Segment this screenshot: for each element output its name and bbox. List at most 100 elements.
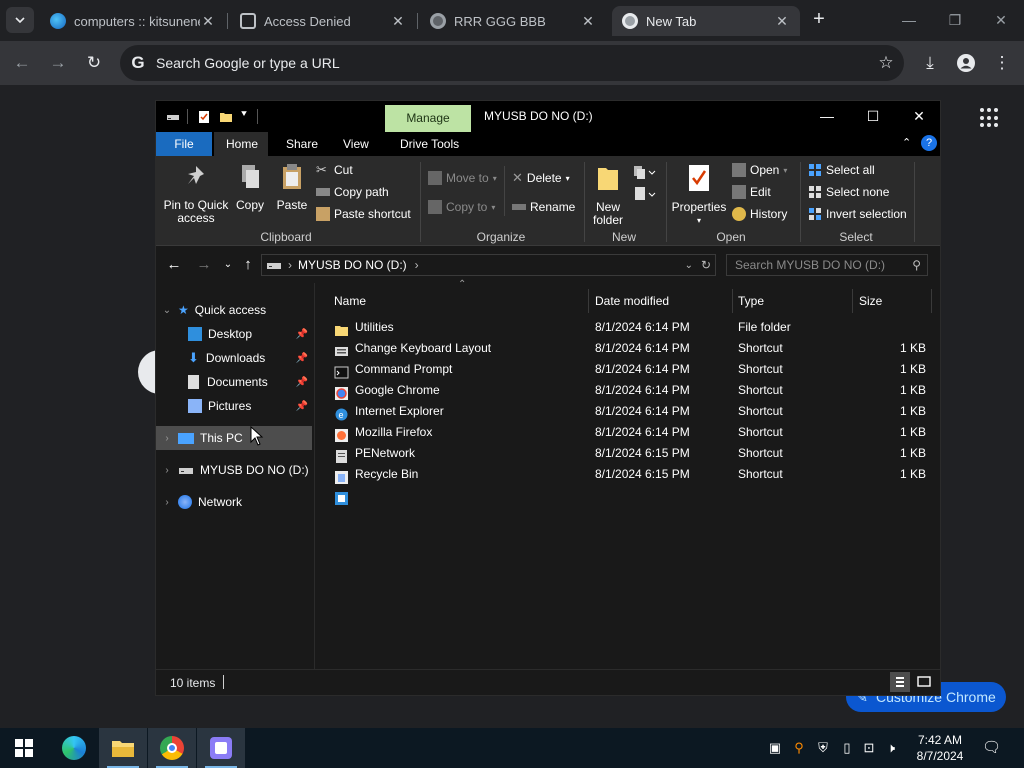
nav-pictures[interactable]: Pictures 📌 (156, 394, 312, 418)
copy-path-button[interactable]: Copy path (316, 183, 389, 201)
minimize-button[interactable]: — (886, 6, 932, 34)
tab-search-button[interactable] (6, 7, 34, 33)
tray-search-tool-icon[interactable]: ⚲ (790, 739, 808, 757)
taskbar-edge[interactable] (50, 728, 98, 768)
tray-window-icon[interactable]: ▣ (766, 739, 784, 757)
qat-dropdown-icon[interactable]: ⯆ (240, 109, 248, 120)
nav-desktop[interactable]: Desktop 📌 (156, 322, 312, 346)
bookmark-star-icon[interactable]: ☆ (868, 53, 904, 73)
column-header-size[interactable]: Size (859, 289, 882, 313)
chevron-right-icon[interactable]: › (156, 497, 178, 508)
taskbar-app[interactable] (197, 728, 245, 768)
tab-file[interactable]: File (156, 132, 212, 156)
up-arrow-icon[interactable]: ↑ (238, 255, 258, 275)
pin-icon[interactable]: 📌 (296, 401, 308, 412)
address-bar[interactable]: › MYUSB DO NO (D:) › ⌄ ↻ (261, 254, 716, 276)
profile-avatar[interactable] (952, 49, 980, 77)
nav-documents[interactable]: Documents 📌 (156, 370, 312, 394)
close-icon[interactable]: ✕ (580, 13, 596, 30)
properties-icon[interactable] (197, 110, 211, 124)
paste-button[interactable]: Paste (272, 162, 312, 212)
close-icon[interactable]: ✕ (200, 13, 216, 30)
tab-computers[interactable]: computers :: kitsunene ✕ (40, 6, 226, 36)
refresh-icon[interactable]: ↻ (701, 258, 711, 272)
table-row[interactable]: PENetwork 8/1/2024 6:15 PM Shortcut 1 KB (316, 443, 940, 464)
tray-network-icon[interactable]: ⊡ (860, 739, 878, 757)
pin-icon[interactable]: 📌 (296, 353, 308, 364)
address-dropdown-icon[interactable]: ⌄ (685, 260, 693, 271)
chevron-right-icon[interactable]: › (156, 433, 178, 444)
pin-icon[interactable]: 📌 (296, 377, 308, 388)
history-button[interactable]: History (732, 205, 787, 223)
reload-button[interactable]: ↻ (80, 49, 108, 77)
back-button[interactable]: ← (8, 49, 36, 77)
column-header-date[interactable]: Date modified (595, 289, 669, 313)
omnibox-placeholder[interactable]: Search Google or type a URL (156, 55, 868, 71)
explorer-close-button[interactable]: ✕ (896, 101, 940, 132)
copy-to-button[interactable]: Copy to ▾ (428, 198, 495, 216)
details-view-button[interactable] (890, 672, 910, 692)
manage-context-tab[interactable]: Manage (385, 105, 471, 132)
explorer-maximize-button[interactable]: ☐ (850, 101, 896, 132)
tray-usb-icon[interactable]: ▯ (838, 739, 856, 757)
copy-button[interactable]: Copy (232, 162, 268, 212)
table-row[interactable]: Command Prompt 8/1/2024 6:14 PM Shortcut 1 … (316, 359, 940, 380)
table-row[interactable]: Google Chrome 8/1/2024 6:14 PM Shortcut 1 K… (316, 380, 940, 401)
pin-icon[interactable]: 📌 (296, 329, 308, 340)
close-icon[interactable]: ✕ (774, 13, 790, 30)
table-row[interactable]: Utilities 8/1/2024 6:14 PM File folder (316, 317, 940, 338)
chevron-down-icon[interactable]: ⌄ (156, 305, 178, 316)
taskbar-chrome[interactable] (148, 728, 196, 768)
edit-button[interactable]: Edit (732, 183, 771, 201)
open-button[interactable]: Open ▾ (732, 161, 787, 179)
select-none-button[interactable]: Select none (808, 183, 889, 201)
notification-icon[interactable]: 🗨 (982, 739, 1001, 757)
start-button[interactable] (0, 728, 48, 768)
omnibox[interactable]: G Search Google or type a URL ☆ (120, 45, 904, 81)
table-row[interactable] (316, 485, 940, 506)
invert-selection-button[interactable]: Invert selection (808, 205, 907, 223)
tab-share[interactable]: Share (274, 132, 330, 156)
pane-divider[interactable] (314, 283, 315, 669)
new-folder-button[interactable]: New folder (588, 162, 628, 227)
menu-kebab-icon[interactable]: ⋮ (988, 49, 1016, 77)
nav-quick-access[interactable]: ⌄ ★ Quick access (156, 298, 312, 322)
column-divider[interactable] (732, 289, 733, 313)
table-row[interactable]: Change Keyboard Layout 8/1/2024 6:14 PM Sh… (316, 338, 940, 359)
collapse-ribbon-icon[interactable]: ⌃ (902, 136, 911, 149)
table-row[interactable]: Mozilla Firefox 8/1/2024 6:14 PM Shortcut 1… (316, 422, 940, 443)
paste-shortcut-button[interactable]: Paste shortcut (316, 205, 411, 223)
new-item-button[interactable] (634, 164, 656, 183)
column-divider[interactable] (931, 289, 932, 313)
easy-access-button[interactable] (634, 186, 656, 205)
recent-locations-icon[interactable]: ⌄ (218, 255, 238, 275)
column-divider[interactable] (588, 289, 589, 313)
close-icon[interactable]: ✕ (390, 13, 406, 30)
taskbar-clock[interactable]: 7:42 AM 8/7/2024 (910, 732, 970, 764)
column-header-type[interactable]: Type (738, 289, 764, 313)
large-icons-view-button[interactable] (914, 672, 934, 692)
tab-new-tab[interactable]: New Tab ✕ (612, 6, 800, 36)
pin-to-quick-access-button[interactable]: Pin to Quick access (160, 162, 232, 225)
move-to-button[interactable]: Move to ▾ (428, 169, 497, 187)
tab-drive-tools[interactable]: Drive Tools (388, 132, 471, 156)
chevron-right-icon[interactable]: › (156, 465, 178, 476)
rename-button[interactable]: Rename (512, 198, 575, 216)
back-arrow-icon[interactable]: ← (164, 255, 184, 275)
forward-arrow-icon[interactable]: → (194, 255, 214, 275)
tray-shield-icon[interactable]: ⛨ (814, 739, 832, 757)
table-row[interactable]: Recycle Bin 8/1/2024 6:15 PM Shortcut 1 KB (316, 464, 940, 485)
column-divider[interactable] (852, 289, 853, 313)
nav-network[interactable]: › Network (156, 490, 312, 514)
table-row[interactable]: e Internet Explorer 8/1/2024 6:14 PM Shortc… (316, 401, 940, 422)
new-folder-icon[interactable] (219, 110, 233, 124)
delete-button[interactable]: ✕ Delete ▾ (512, 169, 570, 187)
tab-home[interactable]: Home (214, 132, 268, 156)
taskbar-file-explorer[interactable] (99, 728, 147, 768)
explorer-minimize-button[interactable]: — (804, 101, 850, 132)
close-window-button[interactable]: ✕ (978, 6, 1024, 34)
breadcrumb-drive[interactable]: MYUSB DO NO (D:) (298, 258, 407, 272)
nav-downloads[interactable]: ⬇ Downloads 📌 (156, 346, 312, 370)
forward-button[interactable]: → (44, 49, 72, 77)
tab-view[interactable]: View (331, 132, 381, 156)
